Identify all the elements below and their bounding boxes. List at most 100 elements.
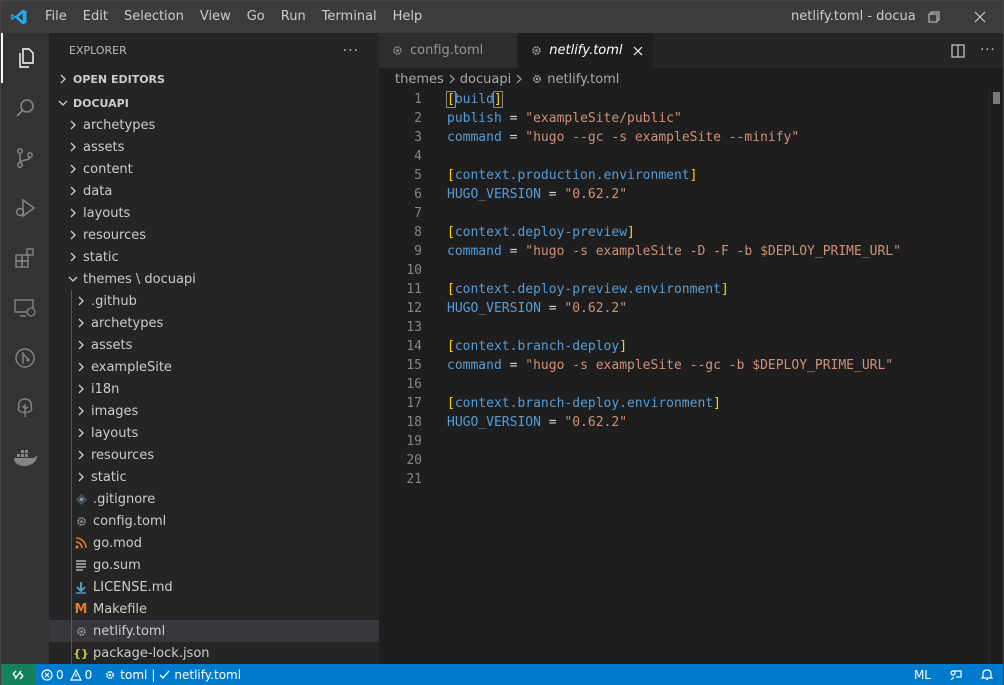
- more-actions-icon[interactable]: ···: [973, 43, 1003, 58]
- tree-item-resources[interactable]: resources: [49, 444, 379, 466]
- tree-item-i18n[interactable]: i18n: [49, 378, 379, 400]
- code-line[interactable]: 13: [379, 318, 1003, 337]
- check-icon: [159, 669, 170, 680]
- code-line[interactable]: 12 HUGO_VERSION = "0.62.2": [379, 299, 1003, 318]
- tree-item-go-mod[interactable]: go.mod: [49, 532, 379, 554]
- code-line[interactable]: 7: [379, 204, 1003, 223]
- workspace-root-section[interactable]: DOCUAPI: [49, 92, 379, 114]
- code-line[interactable]: 8 [context.deploy-preview]: [379, 223, 1003, 242]
- extensions-icon[interactable]: [1, 233, 49, 283]
- tree-item-label: images: [91, 403, 139, 419]
- tree-item-gitignore[interactable]: .gitignore: [49, 488, 379, 510]
- run-debug-icon[interactable]: [1, 183, 49, 233]
- code-line[interactable]: 5 [context.production.environment]: [379, 166, 1003, 185]
- tree-item-images[interactable]: images: [49, 400, 379, 422]
- indent-guide: [71, 598, 72, 620]
- tree-item-resources[interactable]: resources: [49, 224, 379, 246]
- tree-item-label: LICENSE.md: [93, 579, 173, 595]
- tree-item-archetypes[interactable]: archetypes: [49, 114, 379, 136]
- tree-item-go-sum[interactable]: go.sum: [49, 554, 379, 576]
- remote-indicator[interactable]: [1, 664, 35, 685]
- menu-item-terminal[interactable]: Terminal: [314, 1, 385, 33]
- restore-window-icon[interactable]: [911, 1, 957, 33]
- split-editor-icon[interactable]: [943, 43, 973, 58]
- gear-icon: [531, 73, 543, 85]
- menu-item-edit[interactable]: Edit: [75, 1, 116, 33]
- tree-item-themes-docuapi[interactable]: themes \ docuapi: [49, 268, 379, 290]
- breadcrumb-item[interactable]: docuapi: [460, 72, 511, 87]
- close-window-icon[interactable]: [957, 1, 1003, 33]
- code-line[interactable]: 2 publish = "exampleSite/public": [379, 109, 1003, 128]
- tree-item-netlify-toml[interactable]: netlify.toml: [49, 620, 379, 642]
- code-editor[interactable]: 1 [build] 2 publish = "exampleSite/public" 3…: [379, 90, 1003, 489]
- ml-indicator[interactable]: ML: [904, 664, 941, 685]
- tree-item-makefile[interactable]: M Makefile: [49, 598, 379, 620]
- scrollbar-thumb[interactable]: [993, 92, 1000, 104]
- source-control-icon[interactable]: [1, 133, 49, 183]
- git-graph-icon[interactable]: [1, 333, 49, 383]
- code-token: "0.62.2": [564, 415, 628, 430]
- tree-item-license-md[interactable]: LICENSE.md: [49, 576, 379, 598]
- close-icon[interactable]: [633, 46, 643, 56]
- problems-indicator[interactable]: 0 0: [35, 664, 98, 685]
- code-line[interactable]: 17 [context.branch-deploy.environment]: [379, 394, 1003, 413]
- tree-item-static[interactable]: static: [49, 246, 379, 268]
- files-icon[interactable]: [1, 33, 49, 83]
- feedback-icon[interactable]: [941, 664, 971, 685]
- more-actions-button[interactable]: ···: [343, 43, 359, 59]
- chevron-right-icon: [55, 71, 71, 87]
- tree-item-layouts[interactable]: layouts: [49, 422, 379, 444]
- code-token: HUGO_VERSION: [447, 187, 541, 202]
- tree-item-data[interactable]: data: [49, 180, 379, 202]
- code-line[interactable]: 3 command = "hugo --gc -s exampleSite --m…: [379, 128, 1003, 147]
- code-token: publish: [447, 111, 502, 126]
- code-line[interactable]: 16: [379, 375, 1003, 394]
- breadcrumb-item[interactable]: themes: [395, 72, 444, 87]
- code-line[interactable]: 14 [context.branch-deploy]: [379, 337, 1003, 356]
- menu-item-run[interactable]: Run: [273, 1, 314, 33]
- tree-item-layouts[interactable]: layouts: [49, 202, 379, 224]
- code-line[interactable]: 20: [379, 451, 1003, 470]
- menu-item-selection[interactable]: Selection: [116, 1, 192, 33]
- remote-explorer-icon[interactable]: [1, 283, 49, 333]
- tree-item-config-toml[interactable]: config.toml: [49, 510, 379, 532]
- tree-item-examplesite[interactable]: exampleSite: [49, 356, 379, 378]
- tree-item-assets[interactable]: assets: [49, 334, 379, 356]
- code-line[interactable]: 1 [build]: [379, 90, 1003, 109]
- code-line[interactable]: 9 command = "hugo -s exampleSite -D -F -b…: [379, 242, 1003, 261]
- line-number: 18: [406, 415, 422, 430]
- menu-item-view[interactable]: View: [192, 1, 239, 33]
- notifications-bell-icon[interactable]: [971, 664, 1003, 685]
- search-icon[interactable]: [1, 83, 49, 133]
- code-line[interactable]: 21: [379, 470, 1003, 489]
- code-line[interactable]: 18 HUGO_VERSION = "0.62.2": [379, 413, 1003, 432]
- code-line[interactable]: 4: [379, 147, 1003, 166]
- code-line[interactable]: 6 HUGO_VERSION = "0.62.2": [379, 185, 1003, 204]
- line-number: 15: [406, 358, 422, 373]
- breadcrumb-item[interactable]: netlify.toml: [547, 72, 619, 87]
- code-token: "exampleSite/public": [525, 111, 682, 126]
- code-line[interactable]: 11 [context.deploy-preview.environment]: [379, 280, 1003, 299]
- menu-item-help[interactable]: Help: [385, 1, 431, 33]
- line-content: [context.branch-deploy.environment]: [447, 394, 721, 413]
- docker-icon[interactable]: [1, 433, 49, 483]
- tree-item-archetypes[interactable]: archetypes: [49, 312, 379, 334]
- tree-item-package-lock-json[interactable]: {} package-lock.json: [49, 642, 379, 664]
- language-indicator[interactable]: toml | netlify.toml: [98, 664, 247, 685]
- tree-item-label: archetypes: [91, 315, 164, 331]
- menu-item-go[interactable]: Go: [239, 1, 273, 33]
- tree-item-github[interactable]: .github: [49, 290, 379, 312]
- tree-item-assets[interactable]: assets: [49, 136, 379, 158]
- tab-netlify-toml[interactable]: netlify.toml: [518, 33, 654, 68]
- code-line[interactable]: 10: [379, 261, 1003, 280]
- tree-item-label: resources: [83, 227, 147, 243]
- code-line[interactable]: 19: [379, 432, 1003, 451]
- tree-icon[interactable]: [1, 383, 49, 433]
- tab-config-toml[interactable]: config.toml: [379, 33, 519, 68]
- vertical-scrollbar[interactable]: [989, 90, 1003, 664]
- open-editors-section[interactable]: OPEN EDITORS: [49, 68, 379, 90]
- tree-item-content[interactable]: content: [49, 158, 379, 180]
- code-line[interactable]: 15 command = "hugo -s exampleSite --gc -b…: [379, 356, 1003, 375]
- menu-item-file[interactable]: File: [37, 1, 75, 33]
- tree-item-static[interactable]: static: [49, 466, 379, 488]
